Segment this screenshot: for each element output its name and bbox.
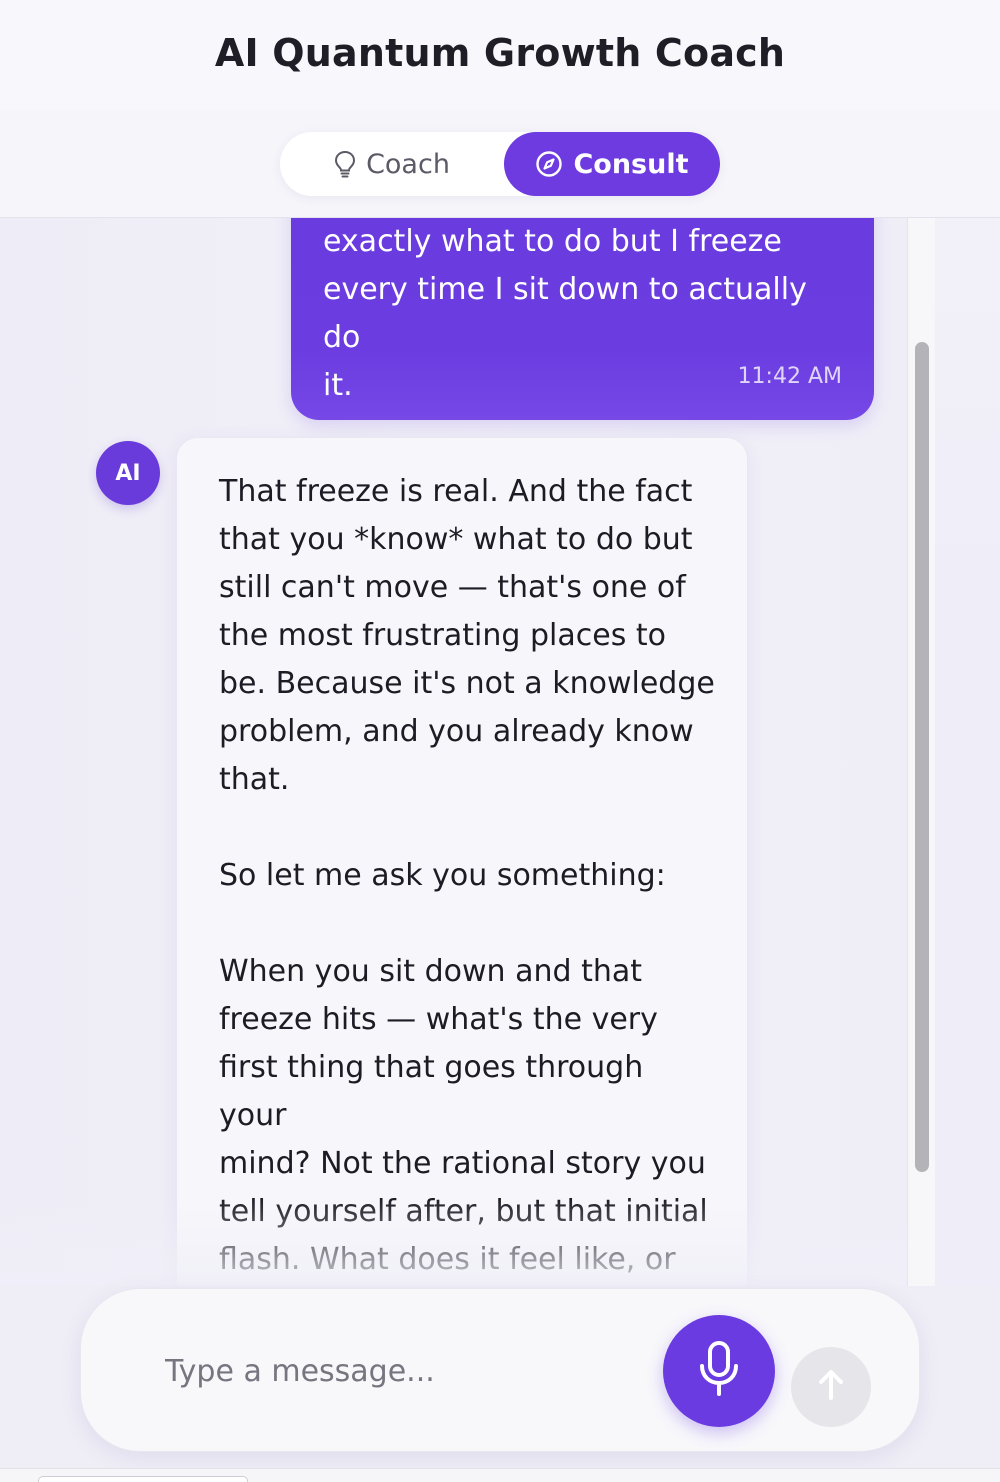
home-indicator <box>38 1476 248 1482</box>
message-composer <box>80 1288 920 1452</box>
ai-avatar: AI <box>96 441 160 505</box>
header: AI Quantum Growth Coach <box>0 0 1000 110</box>
microphone-button[interactable] <box>663 1315 775 1427</box>
tab-consult[interactable]: Consult <box>504 132 720 196</box>
compass-icon <box>535 150 563 178</box>
ai-message-text: That freeze is real. And the fact that y… <box>219 474 715 1277</box>
microphone-icon <box>697 1340 741 1402</box>
tab-coach-label: Coach <box>366 148 450 180</box>
arrow-up-icon <box>816 1368 846 1406</box>
user-message-bubble: exactly what to do but I freeze every ti… <box>291 218 874 420</box>
message-timestamp: 11:42 AM <box>737 364 842 389</box>
scroll-fade-overlay <box>0 1198 935 1286</box>
chat-message-list[interactable]: exactly what to do but I freeze every ti… <box>0 218 935 1286</box>
mode-tab-bar: Coach Consult <box>0 110 1000 218</box>
tab-consult-label: Consult <box>573 148 689 180</box>
app-window: AI Quantum Growth Coach Coach Consult ex… <box>0 0 1000 1482</box>
mode-toggle: Coach Consult <box>280 132 720 196</box>
tab-coach[interactable]: Coach <box>280 132 504 196</box>
message-input[interactable] <box>165 1339 645 1403</box>
lightbulb-icon <box>334 150 356 178</box>
page-title: AI Quantum Growth Coach <box>214 31 786 75</box>
send-button[interactable] <box>791 1347 871 1427</box>
scrollbar-thumb[interactable] <box>915 342 929 1172</box>
ai-message-bubble: That freeze is real. And the fact that y… <box>176 437 748 1286</box>
